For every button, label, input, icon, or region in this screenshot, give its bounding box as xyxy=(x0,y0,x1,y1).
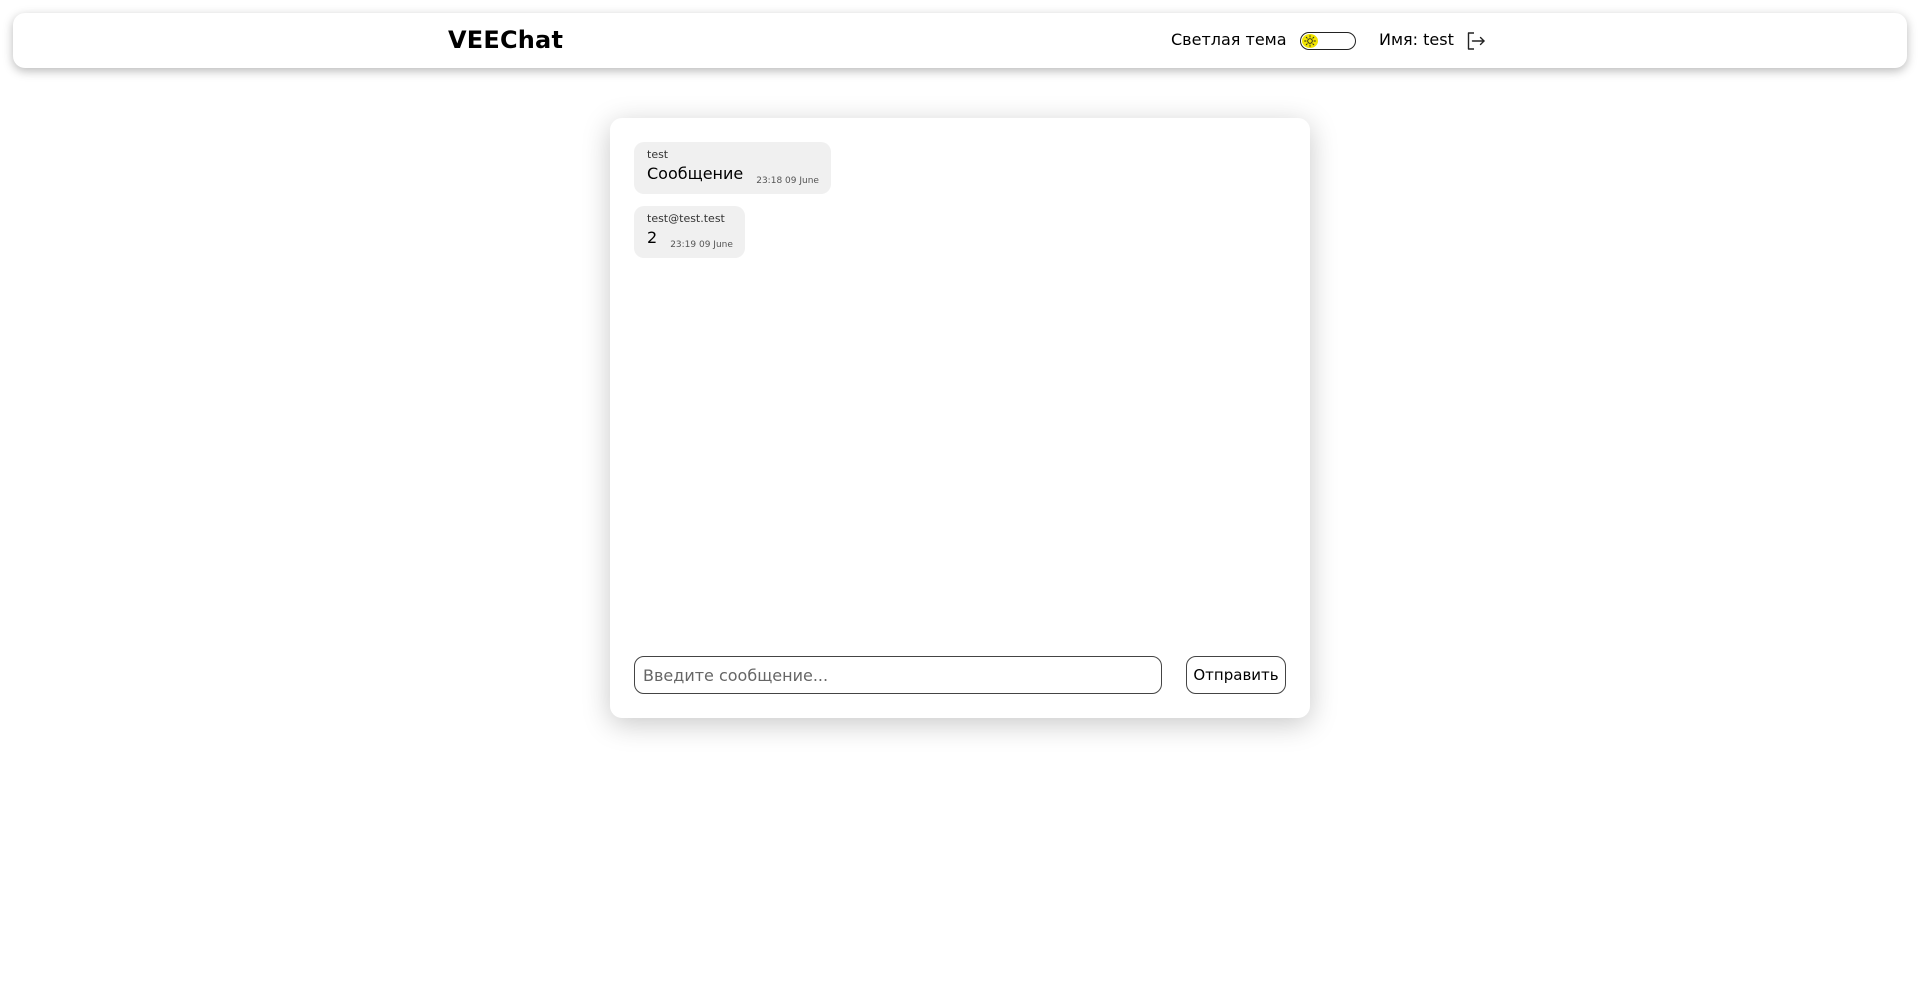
message-time: 23:19 09 June xyxy=(670,240,733,250)
message-list: test Сообщение 23:18 09 June test@test.t… xyxy=(634,142,1286,270)
message-text: Сообщение xyxy=(647,164,744,183)
message-bubble: test Сообщение 23:18 09 June xyxy=(634,142,831,194)
logout-icon[interactable] xyxy=(1465,30,1487,52)
message-author: test xyxy=(647,148,669,161)
message-text: 2 xyxy=(647,228,658,247)
message-bubble: test@test.test 2 23:19 09 June xyxy=(634,206,745,258)
message-input[interactable] xyxy=(634,656,1162,694)
user-name-label: Имя: test xyxy=(1379,30,1454,49)
message-author: test@test.test xyxy=(647,212,725,225)
theme-toggle-knob xyxy=(1302,34,1318,48)
message-composer: Отправить xyxy=(634,656,1286,694)
theme-label: Светлая тема xyxy=(1171,30,1287,49)
message-time: 23:18 09 June xyxy=(756,176,819,186)
send-button[interactable]: Отправить xyxy=(1186,656,1286,694)
sun-icon xyxy=(1304,35,1316,47)
app-logo[interactable]: VEEChat xyxy=(448,26,563,54)
theme-toggle[interactable] xyxy=(1300,32,1356,50)
chat-window: test Сообщение 23:18 09 June test@test.t… xyxy=(610,118,1310,718)
top-navbar: VEEChat Светлая тема Имя: test xyxy=(13,13,1907,68)
